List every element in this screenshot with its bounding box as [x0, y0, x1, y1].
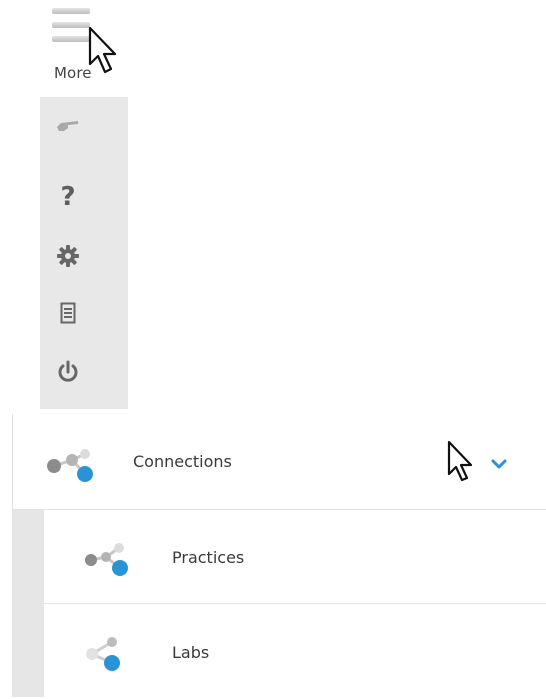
mouse-cursor-icon	[447, 440, 473, 482]
connections-submenu: Practices Labs	[12, 510, 546, 699]
practices-molecule-icon	[85, 543, 128, 576]
gear-icon[interactable]	[56, 244, 80, 268]
nav-item-connections[interactable]: Connections	[12, 414, 546, 510]
mouse-cursor-icon	[88, 26, 117, 74]
hamburger-icon	[52, 6, 90, 46]
nav-item-label: Labs	[172, 643, 210, 662]
chevron-down-icon[interactable]	[491, 458, 507, 470]
help-icon[interactable]: ?	[56, 184, 80, 210]
connections-molecule-icon	[47, 449, 93, 482]
toolbar-strip: ?	[40, 97, 128, 409]
nav-item-labs[interactable]: Labs	[44, 605, 546, 699]
nav-item-label: Connections	[133, 452, 232, 471]
pointing-hand-icon[interactable]	[56, 115, 80, 139]
submenu-indent-bar	[12, 510, 44, 697]
power-icon[interactable]	[56, 360, 80, 384]
nav-item-practices[interactable]: Practices	[44, 510, 546, 604]
labs-molecule-icon	[86, 637, 120, 671]
document-icon[interactable]	[56, 301, 80, 325]
nav-item-label: Practices	[172, 548, 245, 567]
